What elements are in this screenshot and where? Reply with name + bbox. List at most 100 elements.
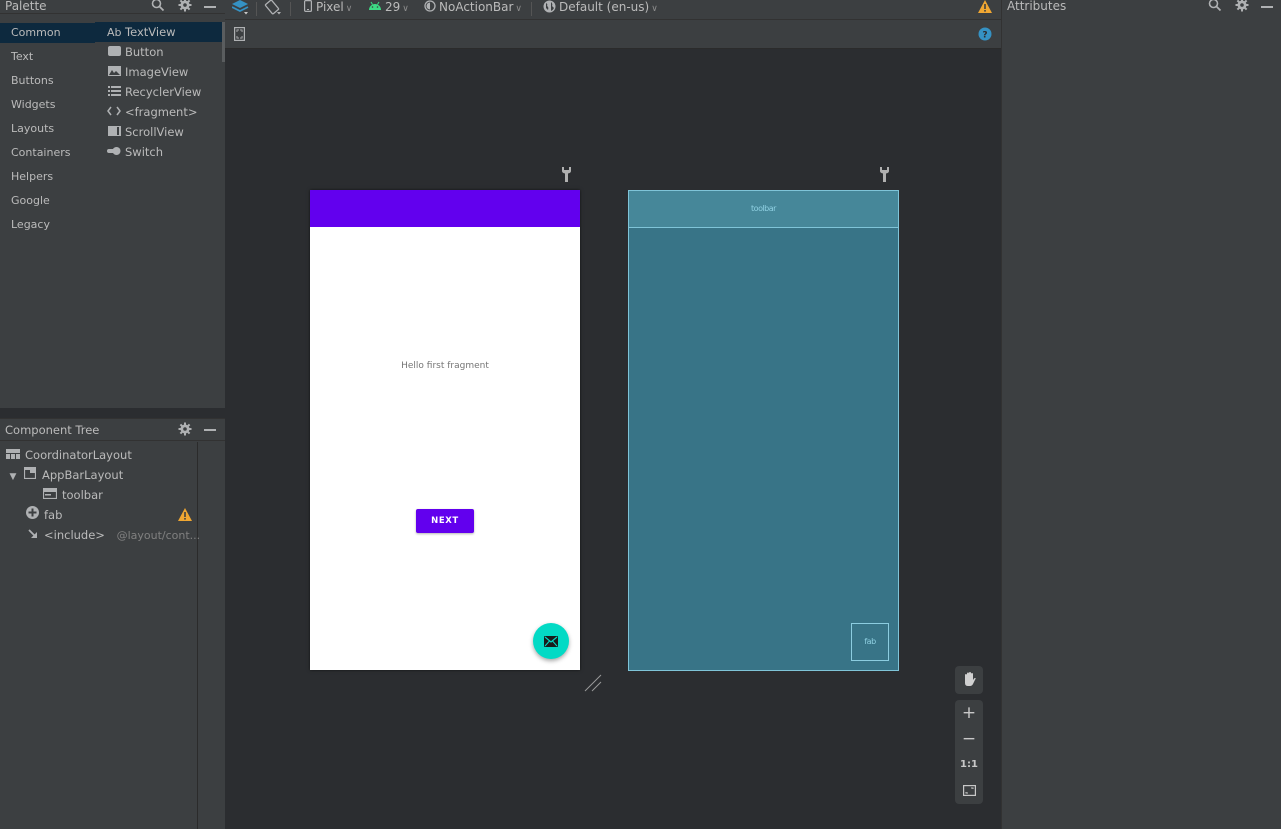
palette-item-label: Switch [125, 145, 164, 159]
component-tree-title: Component Tree [5, 423, 100, 437]
palette-item-label: TextView [125, 25, 176, 39]
minimize-icon[interactable] [204, 6, 216, 8]
palette-category-layouts[interactable]: Layouts [0, 119, 95, 139]
toolbar-icon [42, 486, 58, 506]
palette-category-text[interactable]: Text [0, 47, 95, 67]
api-level-dropdown[interactable]: 29 ∨ [368, 0, 409, 20]
blueprint-preview[interactable]: toolbar fab [628, 190, 899, 671]
theme-dropdown[interactable]: NoActionBar ∨ [424, 0, 522, 20]
attributes-title: Attributes [1007, 0, 1067, 13]
device-label: Pixel [316, 0, 344, 14]
warning-icon[interactable] [178, 508, 192, 524]
zoom-in-button[interactable]: + [955, 700, 983, 726]
gear-icon[interactable] [178, 422, 192, 439]
tree-item-appbarlayout[interactable]: ▼ AppBarLayout [8, 465, 123, 485]
app-bar[interactable] [310, 190, 580, 227]
chevron-down-icon: ∨ [651, 4, 658, 14]
locale-label: Default (en-us) [559, 0, 650, 14]
palette-item-label: ScrollView [125, 125, 184, 139]
pan-hand-icon[interactable] [955, 667, 983, 693]
list-icon [107, 84, 121, 104]
blueprint-toolbar[interactable]: toolbar [629, 191, 898, 228]
component-tree-header: Component Tree [0, 419, 225, 441]
attributes-panel: Attributes [1001, 0, 1281, 829]
tree-item-label: toolbar [62, 488, 103, 502]
code-icon [107, 104, 121, 124]
component-tree-panel: Component Tree CoordinatorLayout ▼ AppBar… [0, 418, 225, 829]
palette-category-common[interactable]: Common [0, 23, 95, 43]
palette-item-scrollview[interactable]: ScrollView [95, 122, 225, 142]
attributes-header: Attributes [1002, 0, 1281, 14]
gear-icon[interactable] [178, 0, 192, 16]
toolbar-separator [256, 2, 257, 16]
palette-category-containers[interactable]: Containers [0, 143, 95, 163]
globe-icon [543, 0, 556, 13]
palette-item-textview[interactable]: Ab TextView [95, 22, 225, 42]
design-toolbar: Pixel ∨ 29 ∨ NoActionBar ∨ Default (en-us) ∨ [225, 0, 1001, 20]
coordinator-icon [6, 446, 20, 466]
api-level-label: 29 [385, 0, 401, 14]
palette-header: Palette [0, 0, 225, 14]
resize-handle-icon[interactable] [584, 674, 602, 695]
palette-item-recyclerview[interactable]: RecyclerView [95, 82, 225, 102]
zoom-to-fit-icon[interactable] [955, 778, 983, 804]
scroll-icon [107, 124, 121, 144]
tree-item-include[interactable]: <include> @layout/cont... [27, 525, 200, 545]
appbar-icon [23, 466, 37, 486]
orientation-icon[interactable] [264, 0, 282, 19]
fab-button[interactable] [533, 623, 569, 659]
fab-icon [25, 506, 39, 526]
palette-item-switch[interactable]: Switch [95, 142, 225, 162]
svg-text:?: ? [982, 31, 987, 41]
palette-items: Ab TextView Button ImageView RecyclerView… [95, 22, 225, 408]
wrench-icon[interactable] [561, 167, 572, 186]
tree-item-toolbar[interactable]: toolbar [42, 485, 103, 506]
palette-item-imageview[interactable]: ImageView [95, 62, 225, 82]
phone-icon [304, 0, 313, 13]
pan-control [955, 666, 983, 694]
search-icon[interactable] [1208, 0, 1222, 15]
android-icon [369, 1, 381, 10]
tree-item-coordinatorlayout[interactable]: CoordinatorLayout [6, 445, 132, 465]
zoom-actual-size-button[interactable]: 1:1 [955, 752, 983, 778]
search-icon[interactable] [151, 0, 165, 16]
chevron-down-icon: ∨ [515, 4, 523, 14]
help-icon[interactable]: ? [978, 27, 992, 44]
palette-category-helpers[interactable]: Helpers [0, 167, 95, 187]
next-button[interactable]: NEXT [416, 509, 474, 533]
palette-category-legacy[interactable]: Legacy [0, 215, 95, 235]
email-icon [544, 635, 558, 647]
select-mode-icon[interactable] [234, 27, 246, 44]
palette-item-button[interactable]: Button [95, 42, 225, 62]
include-icon [27, 526, 39, 546]
blueprint-fab[interactable]: fab [851, 623, 889, 661]
minimize-icon[interactable] [1261, 6, 1273, 8]
device-dropdown[interactable]: Pixel ∨ [304, 0, 352, 20]
theme-icon [424, 0, 436, 12]
button-icon [107, 44, 121, 64]
palette-item-label: ImageView [125, 65, 189, 79]
tree-item-label: fab [44, 508, 63, 522]
design-preview[interactable]: Hello first fragment NEXT [310, 190, 580, 670]
locale-dropdown[interactable]: Default (en-us) ∨ [543, 0, 658, 20]
palette-category-google[interactable]: Google [0, 191, 95, 211]
zoom-out-button[interactable]: − [955, 726, 983, 752]
tree-item-fab[interactable]: fab [25, 505, 62, 525]
gear-icon[interactable] [1235, 0, 1249, 15]
palette-category-buttons[interactable]: Buttons [0, 71, 95, 91]
zoom-controls: + − 1:1 [955, 700, 983, 804]
palette-category-widgets[interactable]: Widgets [0, 95, 95, 115]
component-tree-body: CoordinatorLayout ▼ AppBarLayout toolbar … [0, 442, 200, 829]
wrench-icon[interactable] [879, 167, 890, 186]
palette-item-fragment[interactable]: <fragment> [95, 102, 225, 122]
blueprint-fab-label: fab [864, 637, 876, 646]
hello-textview[interactable]: Hello first fragment [310, 361, 580, 371]
blueprint-toolbar-label: toolbar [751, 204, 776, 213]
minimize-icon[interactable] [204, 429, 216, 431]
textview-icon: Ab [107, 26, 122, 39]
expand-arrow-icon[interactable]: ▼ [8, 467, 18, 487]
tree-item-detail: @layout/cont... [116, 529, 201, 542]
chevron-down-icon: ∨ [402, 4, 409, 14]
warning-icon[interactable] [978, 0, 992, 16]
layers-icon[interactable] [231, 0, 250, 19]
